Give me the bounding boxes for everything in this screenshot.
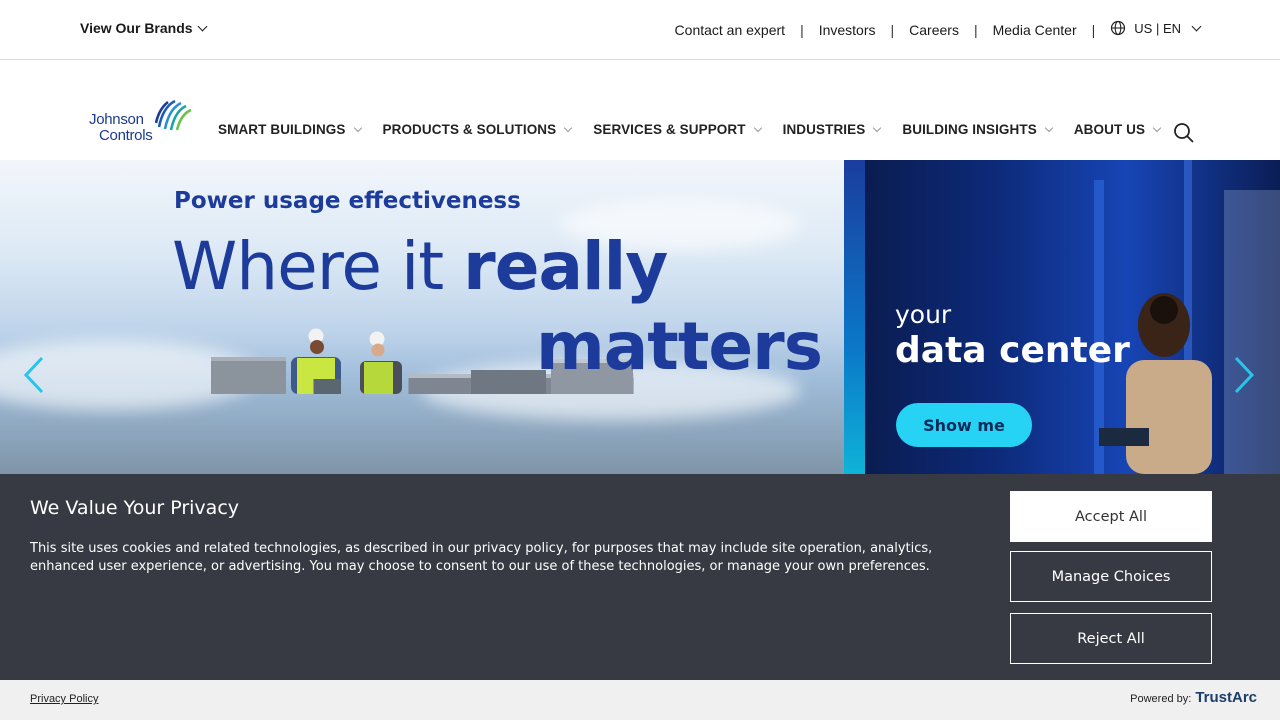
- cookie-footer: Privacy Policy Powered by: TrustArc: [0, 680, 1280, 720]
- logo-mark-icon: [155, 99, 192, 131]
- main-navigation: Johnson Controls SMART BUILDINGS PRODUCT…: [0, 60, 1280, 160]
- nav-label: SMART BUILDINGS: [218, 122, 346, 137]
- chevron-down-icon: [197, 21, 208, 31]
- chevron-down-icon: [564, 123, 573, 132]
- headline-bold: really: [463, 228, 668, 305]
- view-brands-label: View Our Brands: [80, 20, 193, 36]
- search-button[interactable]: [1172, 121, 1196, 150]
- nav-about-us[interactable]: ABOUT US: [1073, 122, 1162, 137]
- manage-choices-button[interactable]: Manage Choices: [1010, 551, 1212, 602]
- hero-headline-line1: Where it really: [172, 228, 668, 305]
- nav-label: INDUSTRIES: [782, 122, 866, 137]
- view-brands-dropdown[interactable]: View Our Brands: [80, 20, 208, 36]
- logo-text-line1: Johnson: [89, 111, 144, 128]
- chevron-down-icon: [753, 123, 762, 132]
- hero-eyebrow: Power usage effectiveness: [174, 188, 521, 214]
- separator: |: [890, 22, 895, 38]
- separator: |: [973, 22, 978, 38]
- chevron-left-icon: [23, 356, 44, 394]
- show-me-button[interactable]: Show me: [896, 403, 1032, 447]
- chevron-down-icon: [1044, 123, 1054, 132]
- trustarc-logo[interactable]: TrustArc: [1195, 689, 1257, 706]
- hero-carousel: Power usage effectiveness Where it reall…: [0, 160, 1280, 474]
- separator: |: [1091, 22, 1096, 38]
- nav-building-insights[interactable]: BUILDING INSIGHTS: [902, 122, 1054, 137]
- nav-label: SERVICES & SUPPORT: [593, 122, 746, 137]
- utility-links: Contact an expert | Investors | Careers …: [675, 20, 1202, 38]
- utility-bar: View Our Brands Contact an expert | Inve…: [0, 0, 1280, 60]
- nav-services-support[interactable]: SERVICES & SUPPORT: [593, 122, 762, 137]
- carousel-next-button[interactable]: [1228, 355, 1258, 395]
- headline-regular: Where it: [172, 228, 464, 305]
- chevron-down-icon: [1152, 123, 1162, 132]
- accept-all-button[interactable]: Accept All: [1010, 491, 1212, 542]
- johnson-controls-logo[interactable]: Johnson Controls: [89, 97, 193, 145]
- careers-link[interactable]: Careers: [909, 22, 959, 38]
- primary-nav: SMART BUILDINGS PRODUCTS & SOLUTIONS SER…: [218, 122, 1182, 137]
- nav-label: BUILDING INSIGHTS: [902, 122, 1037, 137]
- chevron-right-icon: [1234, 356, 1255, 394]
- chevron-down-icon: [353, 123, 362, 132]
- nav-label: PRODUCTS & SOLUTIONS: [382, 122, 557, 137]
- nav-label: ABOUT US: [1073, 122, 1146, 137]
- nav-products-solutions[interactable]: PRODUCTS & SOLUTIONS: [382, 122, 573, 137]
- chevron-down-icon: [1191, 21, 1202, 31]
- chevron-down-icon: [873, 123, 882, 132]
- globe-icon: [1111, 20, 1126, 36]
- investors-link[interactable]: Investors: [819, 22, 876, 38]
- hero-slide-main: Power usage effectiveness Where it reall…: [0, 160, 844, 474]
- media-center-link[interactable]: Media Center: [993, 22, 1077, 38]
- search-icon: [1174, 123, 1194, 143]
- carousel-prev-button[interactable]: [20, 355, 50, 395]
- logo-text-line2: Controls: [99, 127, 153, 144]
- separator: |: [800, 22, 804, 38]
- reject-all-button[interactable]: Reject All: [1010, 613, 1212, 664]
- nav-smart-buildings[interactable]: SMART BUILDINGS: [218, 122, 362, 137]
- hero-headline-line2: matters: [536, 308, 823, 385]
- powered-by-label: Powered by:: [1130, 693, 1192, 705]
- side-label-small: your: [895, 300, 952, 329]
- powered-by: Powered by: TrustArc: [1130, 689, 1257, 706]
- nav-industries[interactable]: INDUSTRIES: [782, 122, 882, 137]
- cookie-body: This site uses cookies and related techn…: [30, 541, 933, 574]
- locale-selector[interactable]: US | EN: [1110, 20, 1202, 36]
- privacy-policy-link[interactable]: Privacy Policy: [30, 693, 98, 705]
- side-label-big: data center: [895, 330, 1130, 371]
- cookie-title: We Value Your Privacy: [30, 497, 240, 519]
- contact-expert-link[interactable]: Contact an expert: [675, 22, 786, 38]
- hero-slide-side: your data center Show me: [844, 160, 1280, 474]
- locale-label: US | EN: [1134, 20, 1181, 36]
- cookie-consent-banner: We Value Your Privacy This site uses coo…: [0, 474, 1280, 680]
